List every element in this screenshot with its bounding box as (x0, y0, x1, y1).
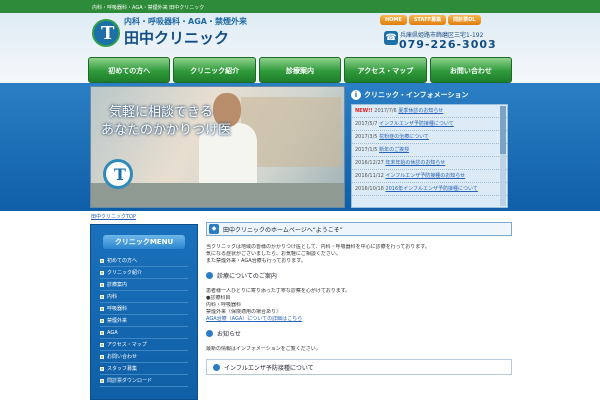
clinic-logo-icon[interactable]: T (92, 19, 120, 47)
clinic-specialties: 内科・呼吸器科・AGA・禁煙外来 (124, 17, 247, 26)
sidebar-item-respiratory[interactable]: 呼吸器科 (100, 303, 188, 315)
bullet-icon (100, 270, 104, 275)
clinic-information-panel: i クリニック・インフォメーション NEW!! 2017/7/6 夏季休診のお知… (351, 86, 508, 208)
main-content: ◆ 田中クリニックのホームページへ“ようこそ” 当クリニックは地域の皆様のかかり… (206, 222, 512, 400)
sidebar-item-access-map[interactable]: アクセス・マップ (100, 339, 188, 351)
info-item[interactable]: 2017/3/5 花粉症の治療について (352, 131, 507, 144)
sidebar-menu: クリニックMENU 初めての方へ クリニック紹介 診療案内 内科 呼吸器科 禁煙… (90, 224, 198, 400)
home-button[interactable]: HOME (380, 15, 407, 25)
sidebar-item-internal-medicine[interactable]: 内科 (100, 291, 188, 303)
sidebar-item-aga[interactable]: AGA (100, 327, 188, 339)
title-icon: ◆ (209, 224, 219, 234)
header: T 内科・呼吸器科・AGA・禁煙外来 田中クリニック HOME STAFF募集 … (88, 13, 512, 57)
hero-logo-icon: T (103, 159, 133, 189)
bullet-icon (100, 378, 104, 383)
info-item[interactable]: 2016/11/12 インフルエンザ予防接種のお知らせ (352, 170, 507, 183)
sidebar-item-contact[interactable]: お問い合わせ (100, 351, 188, 363)
info-title: クリニック・インフォメーション (364, 91, 469, 99)
hero-floor (91, 183, 344, 207)
section1-text: 患者様一人ひとりに寄り添った丁寧な診察を心がけております。 ●診療科目 内科・呼… (206, 288, 512, 323)
info-scrollbar-thumb[interactable] (500, 106, 506, 154)
page-title-text: 田中クリニックのホームページへ“ようこそ” (223, 226, 343, 234)
info-item[interactable]: 2017/5/7 インフルエンザ予防接種について (352, 118, 507, 131)
hero-image: 気軽に相談できる あなたのかかりつけ医 T (90, 86, 345, 208)
info-header: i クリニック・インフォメーション (351, 86, 508, 104)
info-list: NEW!! 2017/7/6 夏季休診のお知らせ 2017/5/7 インフルエン… (351, 104, 508, 208)
sidebar-item-staff-recruit[interactable]: スタッフ募集 (100, 363, 188, 375)
section-dot-icon (206, 330, 213, 337)
section-dot-icon (206, 272, 213, 279)
header-buttons: HOME STAFF募集 問診票DL (380, 15, 481, 25)
sidebar-title: クリニックMENU (103, 235, 185, 249)
section-heading: 診療についてのご案内 (206, 271, 512, 280)
nav-services[interactable]: 診療案内 (258, 57, 342, 83)
info-icon: i (351, 90, 361, 100)
clinic-phone-number[interactable]: 079-226-3003 (399, 38, 497, 51)
hero-copy-line2: あなたのかかりつけ医 (101, 123, 232, 138)
sidebar-item-questionnaire[interactable]: 問診票ダウンロード (100, 375, 188, 387)
sidebar-item-clinic-intro[interactable]: クリニック紹介 (100, 267, 188, 279)
staff-recruit-button[interactable]: STAFF募集 (408, 15, 447, 25)
info-item[interactable]: 2016/12/27 年末年始の休診のお知らせ (352, 157, 507, 170)
info-item[interactable]: NEW!! 2017/7/6 夏季休診のお知らせ (352, 105, 507, 118)
bullet-icon (100, 342, 104, 347)
phone-icon: ☎ (384, 31, 398, 45)
bullet-icon (100, 354, 104, 359)
section2-text: 最新の情報はインフォメーションをご覧ください。 (206, 346, 321, 352)
breadcrumb[interactable]: 田中クリニックTOP (91, 213, 136, 220)
notice-dot-icon (213, 363, 220, 371)
intro-paragraph: 当クリニックは地域の皆様のかかりつけ医として、内科・呼吸器科を中心に診療を行って… (206, 244, 430, 264)
page-title: ◆ 田中クリニックのホームページへ“ようこそ” (206, 222, 512, 236)
bullet-icon (100, 294, 104, 299)
info-item[interactable]: 2017/1/5 新年のご挨拶 (352, 144, 507, 157)
section-heading: お知らせ (206, 329, 512, 338)
clinic-name[interactable]: 田中クリニック (124, 27, 229, 48)
bullet-icon (100, 258, 104, 263)
nav-access-map[interactable]: アクセス・マップ (344, 57, 427, 83)
bullet-icon (100, 366, 104, 371)
bullet-icon (100, 306, 104, 311)
info-item[interactable]: 2016/10/18 2016年インフルエンザ予防接種について (352, 183, 507, 196)
nav-clinic-intro[interactable]: クリニック紹介 (173, 57, 256, 83)
top-bar: 内科・呼吸器科・AGA・禁煙外来 田中クリニック (0, 0, 600, 13)
notice-box[interactable]: インフルエンザ予防接種について (206, 359, 512, 375)
nav-first-visit[interactable]: 初めての方へ (88, 57, 171, 83)
sidebar-item-smoking-cessation[interactable]: 禁煙外来 (100, 315, 188, 327)
site-tagline: 内科・呼吸器科・AGA・禁煙外来 田中クリニック (92, 5, 205, 11)
bullet-icon (100, 330, 104, 335)
bullet-icon (100, 282, 104, 287)
hero-copy-line1: 気軽に相談できる (109, 105, 213, 120)
sidebar-item-first-visit[interactable]: 初めての方へ (100, 255, 188, 267)
bullet-icon (100, 318, 104, 323)
nav-contact[interactable]: お問い合わせ (429, 57, 513, 83)
aga-link[interactable]: AGA治療（AGA）についての詳細はこちら (206, 316, 512, 323)
sidebar-item-services[interactable]: 診療案内 (100, 279, 188, 291)
main-nav: 初めての方へ クリニック紹介 診療案内 アクセス・マップ お問い合わせ (88, 57, 513, 83)
questionnaire-download-button[interactable]: 問診票DL (448, 15, 481, 25)
